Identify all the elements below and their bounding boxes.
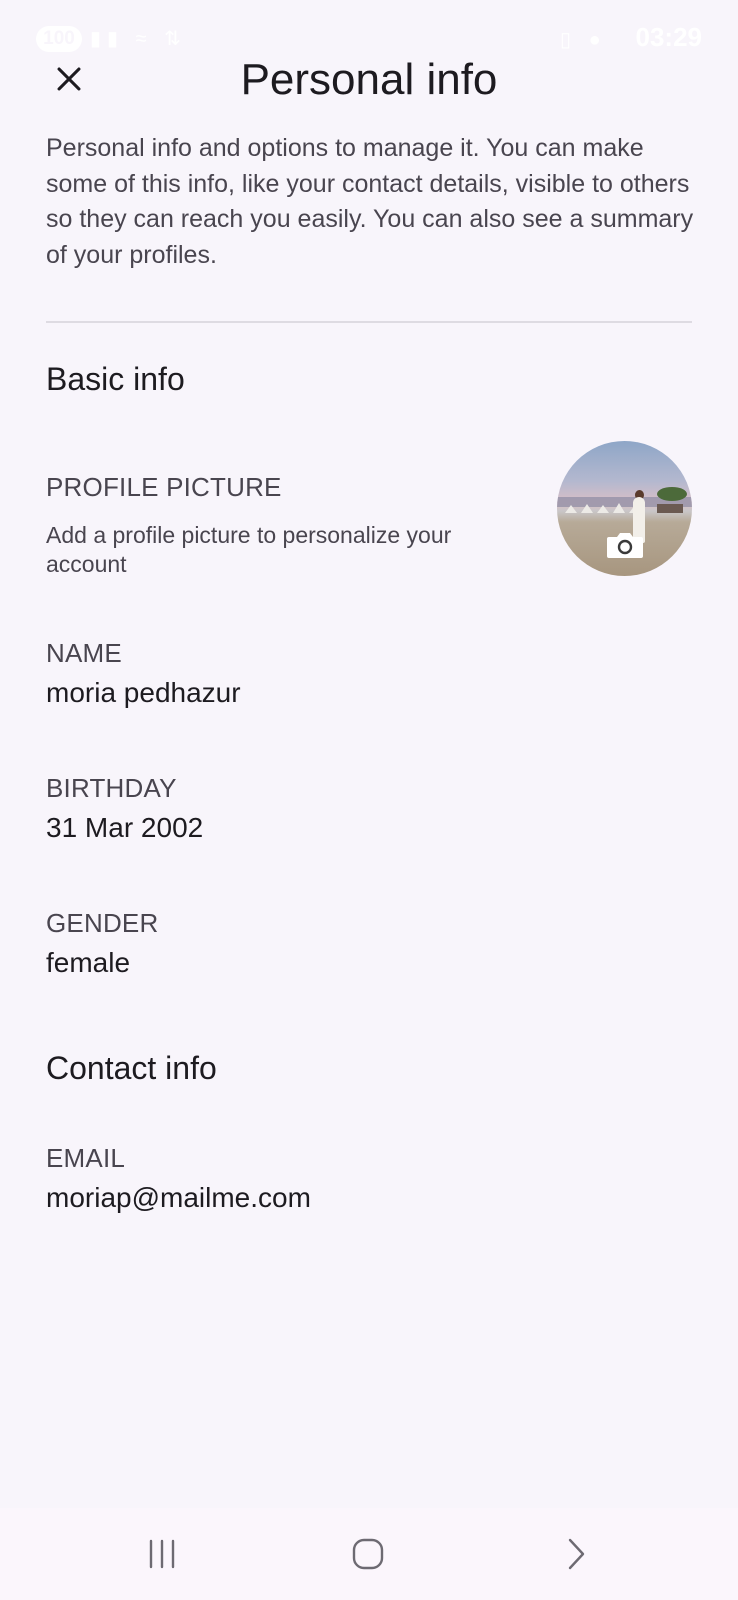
camera-badge — [605, 529, 645, 561]
back-icon — [568, 1538, 585, 1570]
camera-icon — [607, 533, 643, 558]
battery-indicator: 100 — [36, 26, 82, 52]
divider — [46, 321, 692, 323]
gender-row[interactable]: GENDER female — [0, 895, 738, 995]
gender-value: female — [46, 947, 131, 978]
signal-icons: ▮▮ ≈ ⇅ — [90, 26, 187, 51]
birthday-row[interactable]: BIRTHDAY 31 Mar 2002 — [0, 760, 738, 860]
name-value: moria pedhazur — [46, 677, 241, 708]
email-row[interactable]: EMAIL moriap@mailme.com — [0, 1130, 738, 1230]
page-title: Personal info — [240, 55, 498, 104]
clock: 03:29 — [635, 22, 703, 52]
profile-picture-label: PROFILE PICTURE — [46, 472, 282, 502]
avatar[interactable] — [557, 441, 692, 576]
notification-icon: ● — [588, 29, 607, 51]
name-row[interactable]: NAME moria pedhazur — [0, 625, 738, 725]
vibrate-icon: ▯ — [560, 29, 578, 51]
signal-icon: ▮▮ — [90, 28, 125, 50]
profile-picture-description: Add a profile picture to personalize you… — [46, 522, 452, 577]
birthday-value: 31 Mar 2002 — [46, 812, 204, 843]
home-button[interactable] — [328, 1528, 408, 1580]
section-title-basic-info: Basic info — [46, 361, 185, 397]
gender-label: GENDER — [46, 908, 159, 938]
home-icon — [352, 1538, 384, 1570]
email-value: moriap@mailme.com — [46, 1182, 311, 1213]
wifi-icon: ≈ — [135, 28, 153, 50]
status-right-icons: ▯ ● — [560, 27, 607, 52]
system-navigation-bar — [0, 1508, 738, 1600]
recents-button[interactable] — [122, 1528, 202, 1580]
email-label: EMAIL — [46, 1143, 126, 1173]
intro-text: Personal info and options to manage it. … — [46, 134, 694, 269]
avatar-photo-detail — [565, 503, 683, 513]
birthday-label: BIRTHDAY — [46, 773, 177, 803]
recents-icon — [149, 1539, 175, 1569]
name-label: NAME — [46, 638, 122, 668]
back-button[interactable] — [536, 1528, 616, 1580]
data-icon: ⇅ — [164, 28, 187, 50]
section-title-contact-info: Contact info — [46, 1050, 217, 1086]
